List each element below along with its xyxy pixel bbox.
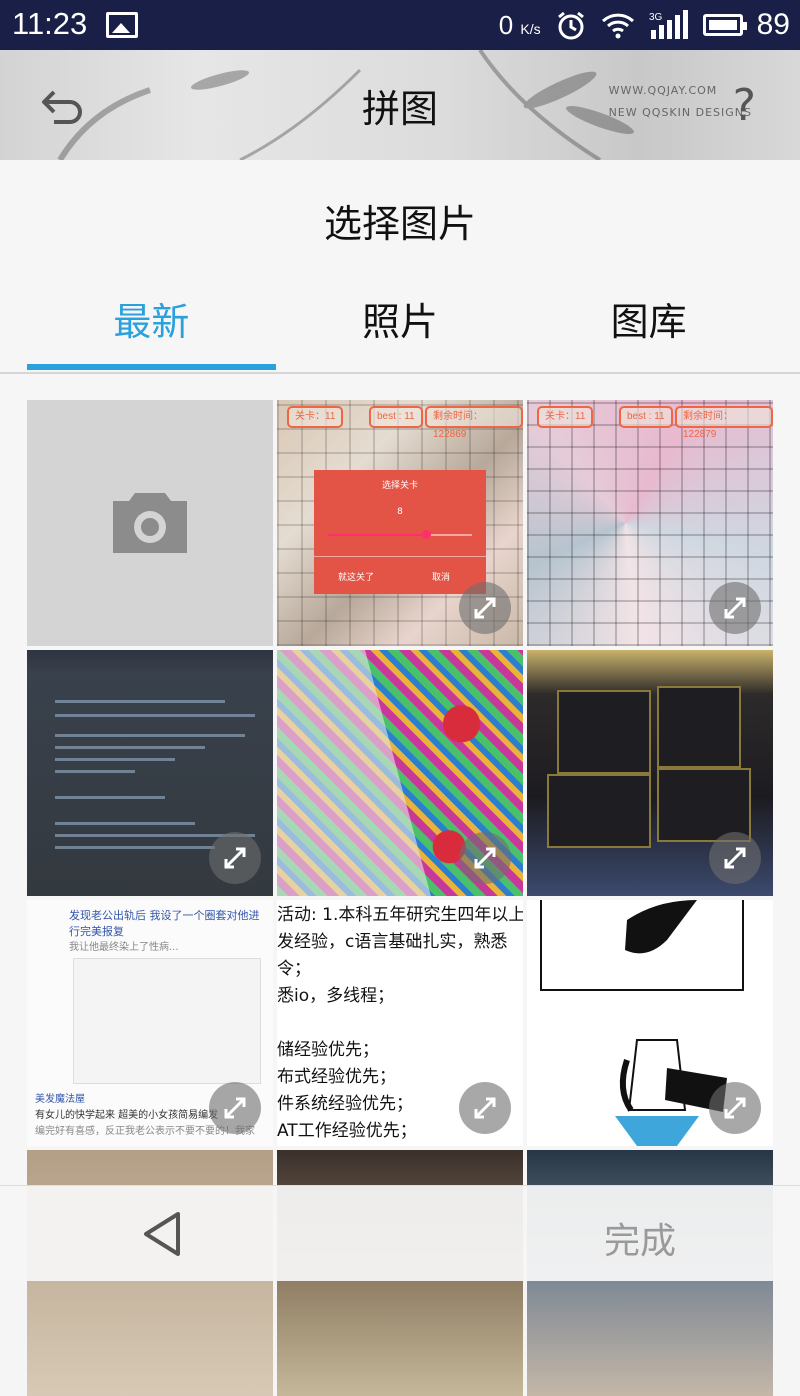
expand-button[interactable] bbox=[209, 832, 261, 884]
image-tile-code-screen[interactable] bbox=[27, 650, 273, 896]
battery-percent: 89 bbox=[756, 8, 790, 41]
picker-title: 选择图片 bbox=[323, 202, 476, 246]
image-picker-dialog: 选择图片 最新 照片 图库 关卡：11 best : 11 剩余时间：12286… bbox=[0, 160, 800, 1396]
signal-icon: 3G bbox=[649, 10, 688, 39]
level-label: 关卡：11 bbox=[537, 406, 594, 428]
expand-button[interactable] bbox=[459, 1082, 511, 1134]
tab-latest[interactable]: 最新 bbox=[27, 280, 276, 370]
expand-icon bbox=[224, 847, 246, 869]
done-button[interactable]: 完成 bbox=[604, 1212, 676, 1264]
expand-icon bbox=[724, 847, 746, 869]
level-dialog-preview: 选择关卡 8 就这关了 取消 bbox=[314, 470, 486, 594]
image-tile-sketch[interactable] bbox=[527, 900, 773, 1146]
level-label: 关卡：11 bbox=[287, 406, 344, 428]
expand-icon bbox=[224, 1097, 246, 1119]
expand-icon bbox=[474, 597, 496, 619]
image-tile-embroidered-shoes[interactable] bbox=[277, 650, 523, 896]
best-label: best : 11 bbox=[369, 406, 423, 428]
status-time: 11:23 bbox=[12, 6, 88, 41]
camera-tile[interactable] bbox=[27, 400, 273, 646]
image-tile-job-text[interactable]: 活动: 1.本科五年研究生四年以上 发经验，c语言基础扎实，熟悉 令； 悉io，… bbox=[277, 900, 523, 1146]
expand-icon bbox=[474, 1097, 496, 1119]
time-label: 剩余时间：122869 bbox=[425, 406, 523, 440]
app-bar: 拼图 WWW.QQJAY.COM NEW QQSKIN DESIGNS ? bbox=[0, 50, 800, 160]
tab-gallery[interactable]: 图库 bbox=[524, 280, 773, 370]
image-tile-puzzle-1[interactable]: 关卡：11 best : 11 剩余时间：122869 选择关卡 8 就这关了 … bbox=[277, 400, 523, 646]
back-triangle-icon[interactable]: back bbox=[140, 1210, 184, 1258]
expand-icon bbox=[474, 847, 496, 869]
expand-button[interactable] bbox=[459, 832, 511, 884]
expand-button[interactable] bbox=[459, 582, 511, 634]
image-tile-chat-screenshot[interactable]: 发现老公出轨后 我设了一个圈套对他进行完美报复 我让他最终染上了性病... 美发… bbox=[27, 900, 273, 1146]
alarm-icon bbox=[557, 11, 584, 40]
net-speed: 0 K/s bbox=[498, 9, 541, 40]
battery-icon bbox=[702, 14, 747, 36]
expand-icon bbox=[724, 1097, 746, 1119]
watermark: WWW.QQJAY.COM NEW QQSKIN DESIGNS bbox=[608, 84, 752, 119]
help-button[interactable]: ? bbox=[733, 80, 756, 131]
wifi-icon bbox=[601, 13, 634, 39]
time-label: 剩余时间：122879 bbox=[675, 406, 773, 440]
expand-button[interactable] bbox=[709, 582, 761, 634]
expand-icon bbox=[724, 597, 746, 619]
tab-divider bbox=[0, 372, 800, 374]
camera-icon bbox=[113, 493, 187, 553]
bottom-bar: back 完成 bbox=[0, 1185, 800, 1281]
chat-inner-screenshot bbox=[73, 958, 261, 1084]
chat-headline: 发现老公出轨后 我设了一个圈套对他进行完美报复 bbox=[69, 909, 260, 938]
status-bar: 11:23 0 K/s 3G 89 bbox=[0, 0, 800, 50]
image-tile-puzzle-2[interactable]: 关卡：11 best : 11 剩余时间：122879 bbox=[527, 400, 773, 646]
expand-button[interactable] bbox=[709, 832, 761, 884]
expand-button[interactable] bbox=[709, 1082, 761, 1134]
expand-button[interactable] bbox=[209, 1082, 261, 1134]
image-tile-boxes[interactable] bbox=[527, 650, 773, 896]
picker-tabs: 最新 照片 图库 bbox=[27, 280, 773, 370]
chat-subtext: 我让他最终染上了性病... bbox=[69, 942, 179, 953]
network-type: 3G bbox=[649, 12, 663, 23]
best-label: best : 11 bbox=[619, 406, 673, 428]
image-icon bbox=[106, 12, 138, 38]
tab-photos[interactable]: 照片 bbox=[276, 280, 525, 370]
